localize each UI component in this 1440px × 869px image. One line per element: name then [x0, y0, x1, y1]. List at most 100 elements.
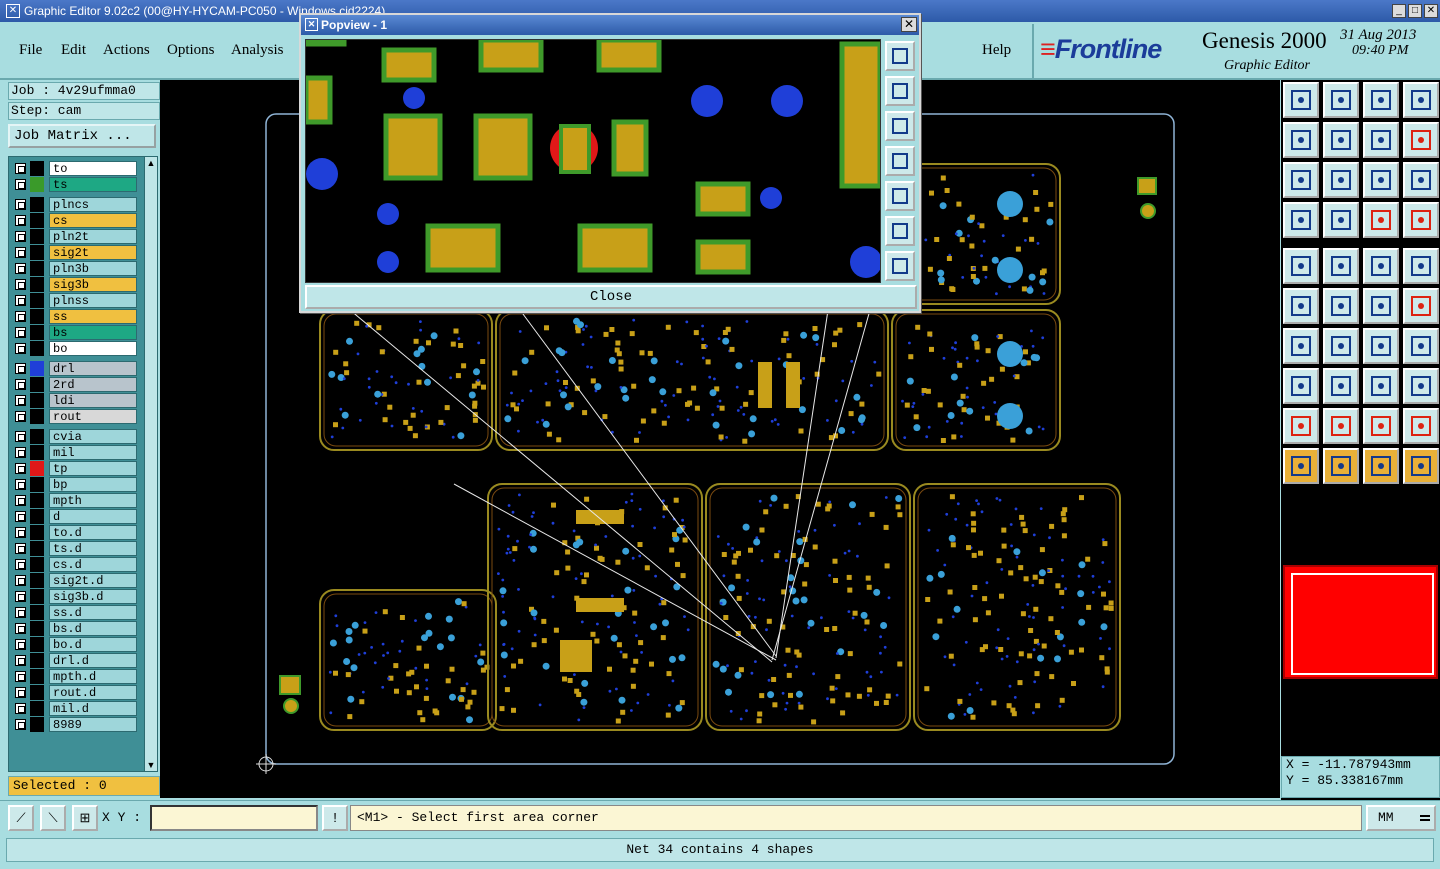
- layer-color-swatch[interactable]: [30, 461, 44, 476]
- layer-name[interactable]: 2rd: [49, 377, 137, 392]
- layer-name[interactable]: ss.d: [49, 605, 137, 620]
- layer-name[interactable]: 8989: [49, 717, 137, 732]
- layer-name[interactable]: cs.d: [49, 557, 137, 572]
- layer-checkbox[interactable]: [15, 719, 26, 730]
- line-button[interactable]: [1323, 368, 1359, 404]
- layer-row-ts.d[interactable]: ts.d: [13, 541, 145, 556]
- layer-name[interactable]: ldi: [49, 393, 137, 408]
- menu-file[interactable]: File: [19, 42, 42, 59]
- layer-checkbox[interactable]: [15, 215, 26, 226]
- measure-button[interactable]: [1323, 248, 1359, 284]
- layer-checkbox[interactable]: [15, 431, 26, 442]
- tri-edit-button[interactable]: [1323, 408, 1359, 444]
- layer-row-sig2t[interactable]: sig2t: [13, 245, 145, 260]
- select-box-button[interactable]: [1323, 448, 1359, 484]
- layer-name[interactable]: d: [49, 509, 137, 524]
- layer-color-swatch[interactable]: [30, 669, 44, 684]
- tools-button[interactable]: [1283, 202, 1319, 238]
- select-rotate-button[interactable]: [1363, 448, 1399, 484]
- snap-mode-icon[interactable]: ⟋: [8, 805, 34, 831]
- layer-color-swatch[interactable]: [30, 161, 44, 176]
- layer-checkbox[interactable]: [15, 639, 26, 650]
- edit-line-button[interactable]: [1323, 328, 1359, 364]
- layer-color-swatch[interactable]: [30, 701, 44, 716]
- layer-name[interactable]: pln3b: [49, 261, 137, 276]
- layer-checkbox[interactable]: [15, 379, 26, 390]
- layer-checkbox[interactable]: [15, 479, 26, 490]
- layer-checkbox[interactable]: [15, 463, 26, 474]
- layer-checkbox[interactable]: [15, 543, 26, 554]
- layer-color-swatch[interactable]: [30, 213, 44, 228]
- layer-checkbox[interactable]: [15, 199, 26, 210]
- layer-row-drl[interactable]: drl: [13, 361, 145, 376]
- layer-checkbox[interactable]: [15, 231, 26, 242]
- layer-checkbox[interactable]: [15, 655, 26, 666]
- layer-checkbox[interactable]: [15, 607, 26, 618]
- popview-canvas[interactable]: [303, 37, 883, 283]
- scroll-up-icon[interactable]: ▲: [145, 157, 157, 169]
- pan-left-button[interactable]: [1283, 122, 1319, 158]
- layer-color-swatch[interactable]: [30, 493, 44, 508]
- job-matrix-button[interactable]: Job Matrix ...: [8, 124, 156, 148]
- help-button[interactable]: [1403, 162, 1439, 198]
- layer-name[interactable]: drl.d: [49, 653, 137, 668]
- layer-name[interactable]: ts.d: [49, 541, 137, 556]
- layer-color-swatch[interactable]: [30, 277, 44, 292]
- layer-row-to.d[interactable]: to.d: [13, 525, 145, 540]
- layer-checkbox[interactable]: [15, 527, 26, 538]
- layer-row-rout[interactable]: rout: [13, 409, 145, 424]
- minimize-button[interactable]: _: [1392, 4, 1406, 18]
- layer-row-pln2t[interactable]: pln2t: [13, 229, 145, 244]
- layer-row-8989[interactable]: 8989: [13, 717, 145, 732]
- layer-name[interactable]: sig3b: [49, 277, 137, 292]
- overview-window[interactable]: [1283, 565, 1438, 679]
- layer-checkbox[interactable]: [15, 327, 26, 338]
- undo-view-button[interactable]: [1363, 122, 1399, 158]
- tri-fill-button[interactable]: [1403, 408, 1439, 444]
- net-button[interactable]: [1283, 288, 1319, 324]
- layer-color-swatch[interactable]: [30, 477, 44, 492]
- layer-checkbox[interactable]: [15, 247, 26, 258]
- layer-color-swatch[interactable]: [30, 605, 44, 620]
- layer-checkbox[interactable]: [15, 343, 26, 354]
- close-window-button[interactable]: ✕: [1424, 4, 1438, 18]
- layer-color-swatch[interactable]: [30, 325, 44, 340]
- layer-name[interactable]: sig2t: [49, 245, 137, 260]
- layer-row-bo[interactable]: bo: [13, 341, 145, 356]
- layer-color-swatch[interactable]: [30, 309, 44, 324]
- zoom-step-button[interactable]: [1363, 82, 1399, 118]
- layer-row-to[interactable]: to: [13, 161, 145, 176]
- layer-name[interactable]: sig2t.d: [49, 573, 137, 588]
- tri-up-button[interactable]: [1363, 408, 1399, 444]
- layer-row-mpth[interactable]: mpth: [13, 493, 145, 508]
- snap-point-button[interactable]: [1283, 248, 1319, 284]
- layer-row-d[interactable]: d: [13, 509, 145, 524]
- layer-checkbox[interactable]: [15, 687, 26, 698]
- layer-name[interactable]: bo: [49, 341, 137, 356]
- layer-row-2rd[interactable]: 2rd: [13, 377, 145, 392]
- layer-name[interactable]: sig3b.d: [49, 589, 137, 604]
- layer-color-swatch[interactable]: [30, 229, 44, 244]
- zoom-back-button[interactable]: [1323, 82, 1359, 118]
- layer-checkbox[interactable]: [15, 263, 26, 274]
- layer-row-bo.d[interactable]: bo.d: [13, 637, 145, 652]
- center-snap-button[interactable]: [1403, 248, 1439, 284]
- layer-checkbox[interactable]: [15, 279, 26, 290]
- center-button[interactable]: [1323, 162, 1359, 198]
- menu-options[interactable]: Options: [167, 42, 215, 59]
- layer-color-swatch[interactable]: [30, 541, 44, 556]
- layer-scrollbar[interactable]: ▲ ▼: [144, 156, 158, 772]
- fit-button[interactable]: [1283, 162, 1319, 198]
- layer-color-swatch[interactable]: [30, 653, 44, 668]
- zoom-home-button[interactable]: [1283, 82, 1319, 118]
- layer-checkbox[interactable]: [15, 363, 26, 374]
- one-to-two-button[interactable]: [1363, 162, 1399, 198]
- layer-color-swatch[interactable]: [30, 377, 44, 392]
- layer-row-ss[interactable]: ss: [13, 309, 145, 324]
- layer-name[interactable]: cs: [49, 213, 137, 228]
- layer-name[interactable]: pln2t: [49, 229, 137, 244]
- pan-right-button[interactable]: [1323, 122, 1359, 158]
- line-node-button[interactable]: [1363, 288, 1399, 324]
- layer-row-rout.d[interactable]: rout.d: [13, 685, 145, 700]
- split-button[interactable]: [1403, 328, 1439, 364]
